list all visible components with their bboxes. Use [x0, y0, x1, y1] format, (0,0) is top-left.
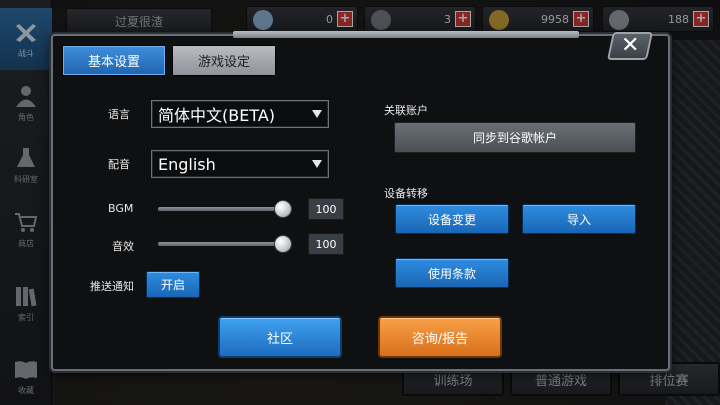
- language-select[interactable]: 简体中文(BETA): [151, 100, 329, 128]
- close-icon: ✕: [620, 33, 640, 58]
- push-toggle-button[interactable]: 开启: [146, 271, 200, 298]
- import-button[interactable]: 导入: [522, 204, 636, 234]
- terms-button[interactable]: 使用条款: [395, 258, 509, 288]
- voice-label: 配音: [108, 158, 130, 171]
- device-transfer-label: 设备转移: [384, 187, 428, 200]
- sfx-label: 音效: [112, 240, 134, 253]
- sfx-slider-track[interactable]: [158, 242, 292, 246]
- push-label: 推送通知: [90, 280, 134, 293]
- bgm-value: 100: [308, 198, 344, 220]
- device-change-button[interactable]: 设备变更: [395, 204, 509, 234]
- tab-basic-settings[interactable]: 基本设置: [62, 45, 166, 76]
- sfx-slider-handle[interactable]: [274, 235, 292, 253]
- tab-game-settings[interactable]: 游戏设定: [172, 45, 276, 76]
- bgm-label: BGM: [108, 202, 134, 215]
- support-report-button[interactable]: 咨询/报告: [378, 316, 502, 358]
- bgm-slider-handle[interactable]: [274, 200, 292, 218]
- voice-value: English: [158, 154, 216, 174]
- bgm-slider-track[interactable]: [158, 207, 292, 211]
- dropdown-arrow-icon: [312, 110, 322, 118]
- sfx-value: 100: [308, 233, 344, 255]
- voice-select[interactable]: English: [151, 150, 329, 178]
- close-button[interactable]: ✕: [607, 32, 653, 60]
- dropdown-arrow-icon: [312, 160, 322, 168]
- settings-modal: [51, 31, 670, 371]
- community-button[interactable]: 社区: [218, 316, 342, 358]
- sync-google-button[interactable]: 同步到谷歌帐户: [394, 122, 636, 153]
- modal-top-bar: [233, 31, 579, 38]
- language-label: 语言: [108, 108, 130, 121]
- linked-account-label: 关联账户: [384, 104, 428, 117]
- language-value: 简体中文(BETA): [158, 106, 276, 125]
